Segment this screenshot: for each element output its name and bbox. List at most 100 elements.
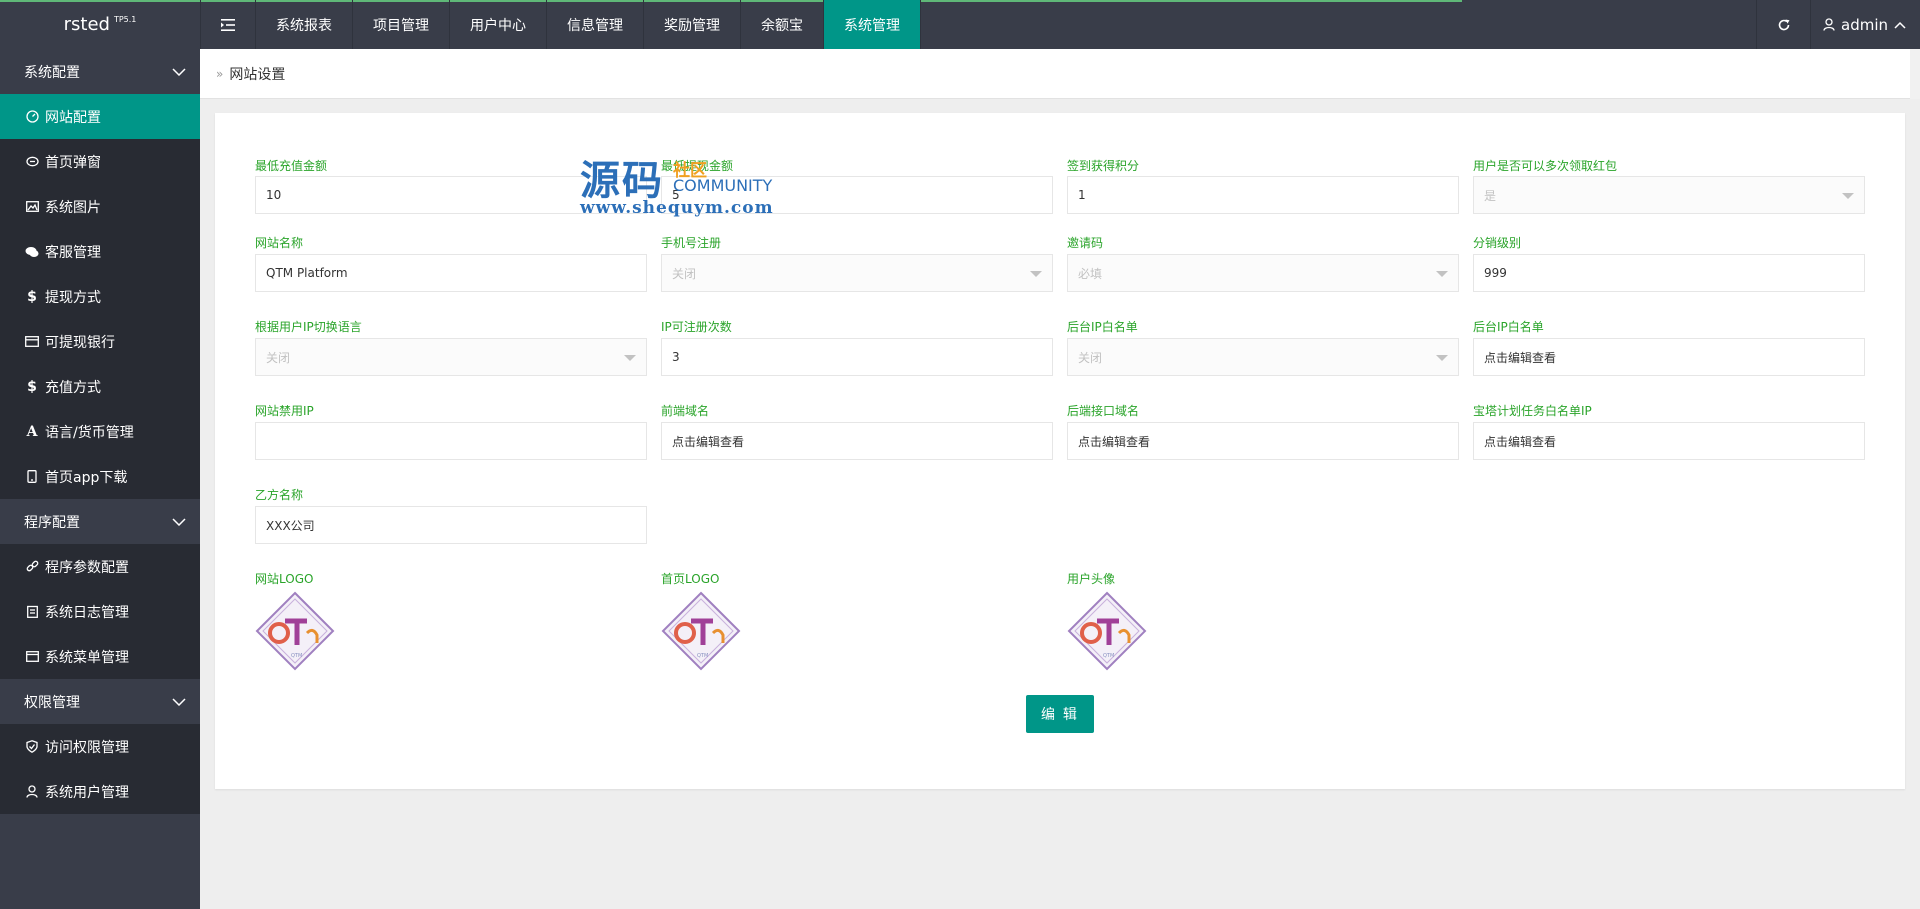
top-nav-item[interactable]: 系统管理 — [824, 0, 921, 49]
sidebar-item[interactable]: $ 充值方式 — [0, 364, 200, 409]
field-value: 点击编辑查看 — [1484, 350, 1557, 365]
gauge-icon — [25, 110, 39, 124]
top-nav-item[interactable]: 用户中心 — [450, 0, 547, 49]
caret-down-icon — [1436, 271, 1448, 277]
logo-image[interactable]: QTM — [1067, 591, 1147, 671]
text-field[interactable]: 1 — [1067, 176, 1459, 214]
select-field[interactable]: 关闭 — [255, 338, 647, 376]
sidebar-item[interactable]: 程序参数配置 — [0, 544, 200, 589]
sidebar-item[interactable]: 首页弹窗 — [0, 139, 200, 184]
watermark-community: COMMUNITY — [673, 176, 773, 195]
text-field[interactable]: QTM Platform — [255, 254, 647, 292]
field-value: 点击编辑查看 — [1078, 434, 1151, 449]
top-nav-item[interactable]: 余额宝 — [741, 0, 824, 49]
field-label: 网站名称 — [255, 236, 304, 250]
sidebar-group[interactable]: 程序配置 — [0, 499, 200, 544]
user-icon — [1823, 18, 1835, 31]
sidebar-item[interactable]: 系统图片 — [0, 184, 200, 229]
chevron-up-icon — [1894, 21, 1906, 29]
select-field[interactable]: 关闭 — [1067, 338, 1459, 376]
top-nav-item[interactable]: 项目管理 — [353, 0, 450, 49]
text-field[interactable]: 点击编辑查看 — [1473, 338, 1865, 376]
select-field[interactable]: 必填 — [1067, 254, 1459, 292]
field-value: 999 — [1484, 266, 1507, 280]
image-icon — [25, 200, 39, 214]
sidebar-item-label: 语言/货币管理 — [45, 424, 134, 441]
field-value: 点击编辑查看 — [1484, 434, 1557, 449]
sidebar-item[interactable]: 系统用户管理 — [0, 769, 200, 814]
sidebar-group[interactable]: 系统配置 — [0, 49, 200, 94]
caret-down-icon — [1030, 271, 1042, 277]
clipboard-icon — [25, 605, 39, 619]
chevron-down-icon — [172, 64, 186, 80]
edit-button[interactable]: 编 辑 — [1026, 695, 1094, 733]
sidebar-item-label: 提现方式 — [45, 289, 101, 306]
field-value: 必填 — [1078, 266, 1103, 281]
window-icon — [25, 650, 39, 664]
text-field[interactable]: XXX公司 — [255, 506, 647, 544]
sidebar-item[interactable]: 系统日志管理 — [0, 589, 200, 634]
sidebar-item-label: 程序参数配置 — [45, 559, 129, 576]
sidebar-group-label: 程序配置 — [24, 514, 80, 531]
field-label: 乙方名称 — [255, 488, 304, 502]
breadcrumb: » 网站设置 — [200, 49, 1920, 99]
text-field[interactable]: 点击编辑查看 — [1067, 422, 1459, 460]
field-label: 最低充值金额 — [255, 159, 328, 173]
watermark-url: www.shequym.com — [580, 198, 774, 218]
field-label: 用户是否可以多次领取红包 — [1473, 159, 1618, 173]
sidebar-item[interactable]: 可提现银行 — [0, 319, 200, 364]
caret-down-icon — [1436, 355, 1448, 361]
field-value: 关闭 — [1078, 350, 1103, 365]
logo-image[interactable]: QTM — [661, 591, 741, 671]
scrollbar[interactable] — [1910, 49, 1920, 99]
field-label: 后端接口域名 — [1067, 404, 1140, 418]
sidebar-item-label: 可提现银行 — [45, 334, 115, 351]
brand-logo[interactable]: rsted TP5.1 — [0, 0, 200, 49]
sidebar-item[interactable]: 访问权限管理 — [0, 724, 200, 769]
field-value: 10 — [266, 188, 282, 202]
top-nav-item[interactable]: 系统报表 — [256, 0, 353, 49]
field-label: 根据用户IP切换语言 — [255, 320, 362, 334]
sidebar-group[interactable]: 权限管理 — [0, 679, 200, 724]
top-nav-item[interactable]: 信息管理 — [547, 0, 644, 49]
sidebar-item[interactable]: 系统菜单管理 — [0, 634, 200, 679]
sidebar-item[interactable]: 网站配置 — [0, 94, 200, 139]
image-field-label: 网站LOGO — [255, 572, 314, 586]
sidebar-item-label: 首页app下载 — [45, 469, 128, 486]
field-label: 签到获得积分 — [1067, 159, 1140, 173]
text-field[interactable]: 999 — [1473, 254, 1865, 292]
brand-version: TP5.1 — [113, 15, 137, 24]
sidebar-item[interactable]: 客服管理 — [0, 229, 200, 274]
chevron-down-icon — [172, 514, 186, 530]
indent-icon — [221, 18, 235, 31]
sidebar-item[interactable]: $ 提现方式 — [0, 274, 200, 319]
text-field[interactable]: 3 — [661, 338, 1053, 376]
select-field[interactable]: 关闭 — [661, 254, 1053, 292]
chat-bubble-icon — [25, 155, 39, 169]
user-menu[interactable]: admin — [1810, 0, 1920, 49]
field-value: 关闭 — [266, 350, 291, 365]
comments-icon — [25, 245, 39, 259]
svg-text:QTM: QTM — [1103, 653, 1114, 659]
text-field[interactable] — [255, 422, 647, 460]
credit-card-icon — [25, 335, 39, 349]
field-label: 宝塔计划任务白名单IP — [1473, 404, 1592, 418]
top-nav-item[interactable]: 奖励管理 — [644, 0, 741, 49]
sidebar-item-label: 系统图片 — [45, 199, 101, 216]
field-label: 前端域名 — [661, 404, 710, 418]
logo-image[interactable]: QTM — [255, 591, 335, 671]
font-icon: A — [26, 423, 38, 440]
sidebar-item[interactable]: A 语言/货币管理 — [0, 409, 200, 454]
menu-toggle-button[interactable] — [200, 0, 256, 49]
text-field[interactable]: 点击编辑查看 — [661, 422, 1053, 460]
field-value: QTM Platform — [266, 266, 348, 280]
refresh-button[interactable] — [1756, 0, 1810, 49]
field-value: 点击编辑查看 — [672, 434, 745, 449]
sidebar-item[interactable]: 首页app下载 — [0, 454, 200, 499]
select-field[interactable]: 是 — [1473, 176, 1865, 214]
svg-text:QTM: QTM — [697, 653, 708, 659]
dollar-icon: $ — [27, 288, 37, 305]
sidebar-item-label: 首页弹窗 — [45, 154, 101, 171]
field-label: 邀请码 — [1067, 236, 1104, 250]
text-field[interactable]: 点击编辑查看 — [1473, 422, 1865, 460]
